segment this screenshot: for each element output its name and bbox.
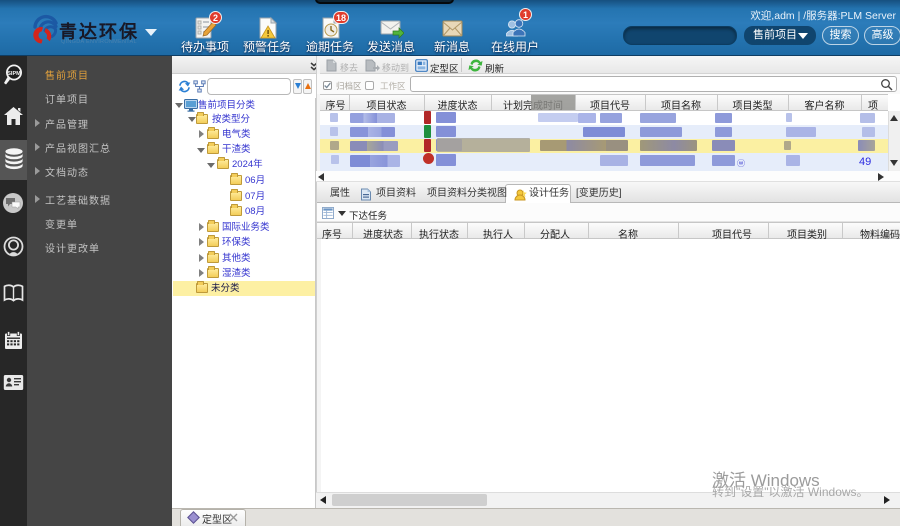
svg-text:SIPM: SIPM xyxy=(7,71,21,77)
